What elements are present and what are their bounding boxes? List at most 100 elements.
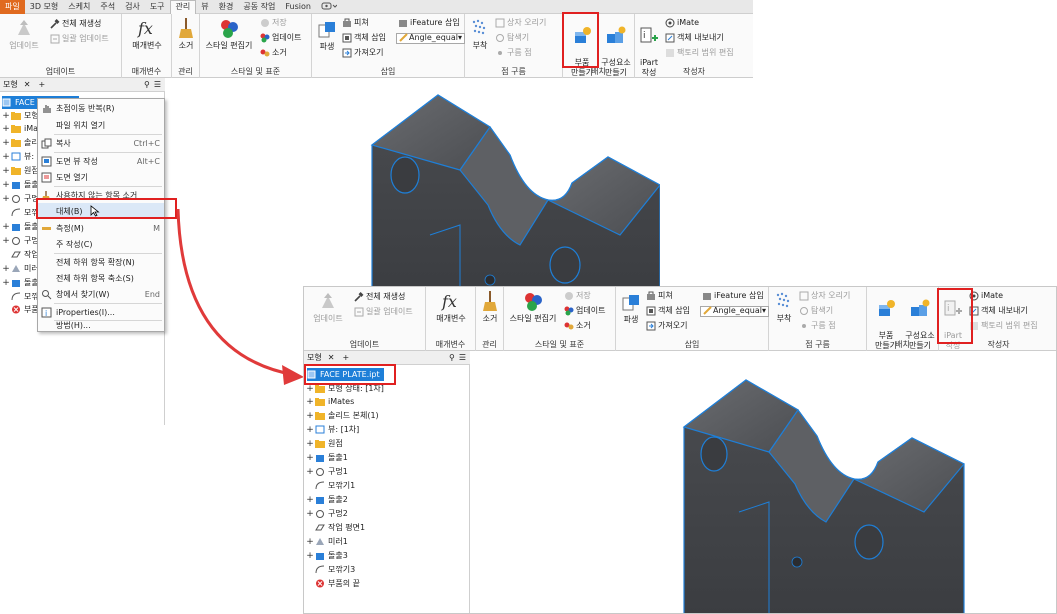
style-editor-button[interactable]: 스타일 편집기 [506,290,560,324]
expand-icon[interactable]: + [2,152,10,162]
object-insert-button[interactable]: 객체 삽입 [646,305,690,317]
menu-icon[interactable]: ☰ [459,353,466,362]
tree-item[interactable]: 모깎기1 [306,479,355,492]
tree-item[interactable]: + 돌출 [2,276,39,289]
tree-item[interactable]: 작업 평면1 [306,521,365,534]
rebuild-all-button[interactable]: 전체 재생성 [354,291,405,303]
menu-item-expand-all[interactable]: 전체 하위 항목 확장(N) [38,254,164,270]
box-crop-button[interactable]: 상자 오리기 [495,17,546,29]
expand-icon[interactable]: + [306,384,314,394]
tab-tools[interactable]: 도구 [145,1,170,12]
import-button[interactable]: 가져오기 [342,47,383,59]
ifeature-dropdown[interactable]: Angle_equal ▾ [396,32,465,44]
tab-manage[interactable]: 관리 [169,0,197,14]
style-save-button[interactable]: 저장 [260,17,287,29]
factory-scope-button[interactable]: 팩토리 범위 편집 [969,320,1038,332]
tab-file[interactable]: 파일 [0,0,25,14]
export-object-button[interactable]: 객체 내보내기 [665,32,724,44]
menu-item-repeat-pan[interactable]: 초점이동 반복(R) [38,100,164,116]
tree-item[interactable]: 모깎기3 [306,563,355,576]
tree-item[interactable]: + 구멍1 [306,465,348,478]
point-cloud-attach-button[interactable]: 부착 [467,17,493,51]
tree-item[interactable]: + 솔리 [2,136,39,149]
search-icon[interactable]: ⚲ [449,353,455,362]
parameters-button[interactable]: fx 매개변수 [430,290,472,324]
lazy-update-button[interactable]: 일괄 업데이트 [354,306,413,318]
tab-view[interactable]: 뷰 [196,1,213,12]
tree-item[interactable]: + 돌출 [2,178,39,191]
menu-item-create-note[interactable]: 주 작성(C) [38,236,164,252]
expand-icon[interactable]: + [2,264,10,274]
derive-button[interactable]: 파생 [315,20,339,52]
tree-item[interactable]: + 돌출1 [306,451,348,464]
purge-button[interactable]: 소거 [174,17,198,51]
style-update-button[interactable]: 업데이트 [260,32,301,44]
tree-item[interactable]: 모깎 [2,206,39,219]
expand-icon[interactable]: + [2,194,10,204]
expand-icon[interactable]: + [2,111,10,121]
insert-attach-button[interactable]: 피쳐 [646,290,673,302]
menu-item-collapse-all[interactable]: 전체 하위 항목 축소(S) [38,270,164,286]
expand-icon[interactable]: + [306,467,314,477]
expand-icon[interactable]: + [306,495,314,505]
browser-tab-model[interactable]: 모형 [307,352,322,363]
explore-button[interactable]: 탐색기 [495,32,529,44]
factory-scope-button[interactable]: 팩토리 범위 편집 [665,47,734,59]
tab-fusion[interactable]: Fusion [280,2,316,11]
search-icon[interactable]: ⚲ [144,80,150,89]
expand-icon[interactable]: + [306,439,314,449]
add-tab-icon[interactable]: + [342,353,349,362]
tree-item[interactable]: + iMates [306,395,354,408]
tree-item[interactable]: + 미러1 [306,535,348,548]
tab-3d-model[interactable]: 3D 모형 [25,1,64,12]
tree-item[interactable]: + 미러 [2,262,39,275]
expand-icon[interactable]: + [2,180,10,190]
imate-button[interactable]: iMate [665,17,699,29]
insert-attach-button[interactable]: 피쳐 [342,17,369,29]
object-insert-button[interactable]: 객체 삽입 [342,32,386,44]
purge-button[interactable]: 소거 [478,290,502,324]
tree-item[interactable]: + 뷰: [2,150,34,163]
tab-overflow-icon[interactable] [316,2,342,12]
menu-item-measure[interactable]: 측정(M) M [38,220,164,236]
expand-icon[interactable]: + [2,124,10,134]
menu-icon[interactable]: ☰ [154,80,161,89]
expand-icon[interactable]: + [306,425,314,435]
expand-icon[interactable]: + [2,236,10,246]
expand-icon[interactable]: + [306,453,314,463]
explore-button[interactable]: 탐색기 [799,305,833,317]
cloud-point-button[interactable]: 구름 점 [799,320,836,332]
tab-inspect[interactable]: 검사 [120,1,145,12]
tree-item[interactable]: + 돌출2 [306,493,348,506]
tree-item[interactable]: + 솔리드 본체(1) [306,409,378,422]
tree-item[interactable]: + 돌출 [2,220,39,233]
close-icon[interactable]: ✕ [24,80,31,89]
tree-item[interactable]: + 구멍2 [306,507,348,520]
tree-item[interactable]: + 원점 [2,164,39,177]
tree-item[interactable]: + 구멍 [2,192,39,205]
tree-item[interactable]: 작업 [2,248,39,261]
tree-item[interactable]: 부품 [2,303,39,316]
import-button[interactable]: 가져오기 [646,320,687,332]
expand-icon[interactable]: + [306,551,314,561]
style-purge-button[interactable]: 소거 [260,47,287,59]
ifeature-dropdown[interactable]: Angle_equal ▾ [700,305,769,317]
menu-item-open-file-location[interactable]: 파일 위치 열기 [38,117,164,133]
expand-icon[interactable]: + [2,222,10,232]
tab-sketch[interactable]: 스케치 [63,1,95,12]
parameters-button[interactable]: fx 매개변수 [126,17,168,51]
tab-environments[interactable]: 환경 [214,1,239,12]
expand-icon[interactable]: + [306,509,314,519]
expand-icon[interactable]: + [2,278,10,288]
style-editor-button[interactable]: 스타일 편집기 [202,17,256,51]
cloud-point-button[interactable]: 구름 점 [495,47,532,59]
tab-annotate[interactable]: 주석 [95,1,120,12]
tree-item[interactable]: + 돌출3 [306,549,348,562]
rebuild-all-button[interactable]: 전체 재생성 [50,18,101,30]
expand-icon[interactable]: + [2,138,10,148]
box-crop-button[interactable]: 상자 오리기 [799,290,850,302]
menu-item-copy[interactable]: 복사 Ctrl+C [38,135,164,151]
tree-item[interactable]: 모깎 [2,290,39,303]
ifeature-insert-button[interactable]: iFeature 삽입 [398,17,460,29]
browser-tab-model[interactable]: 모형 [3,79,18,90]
